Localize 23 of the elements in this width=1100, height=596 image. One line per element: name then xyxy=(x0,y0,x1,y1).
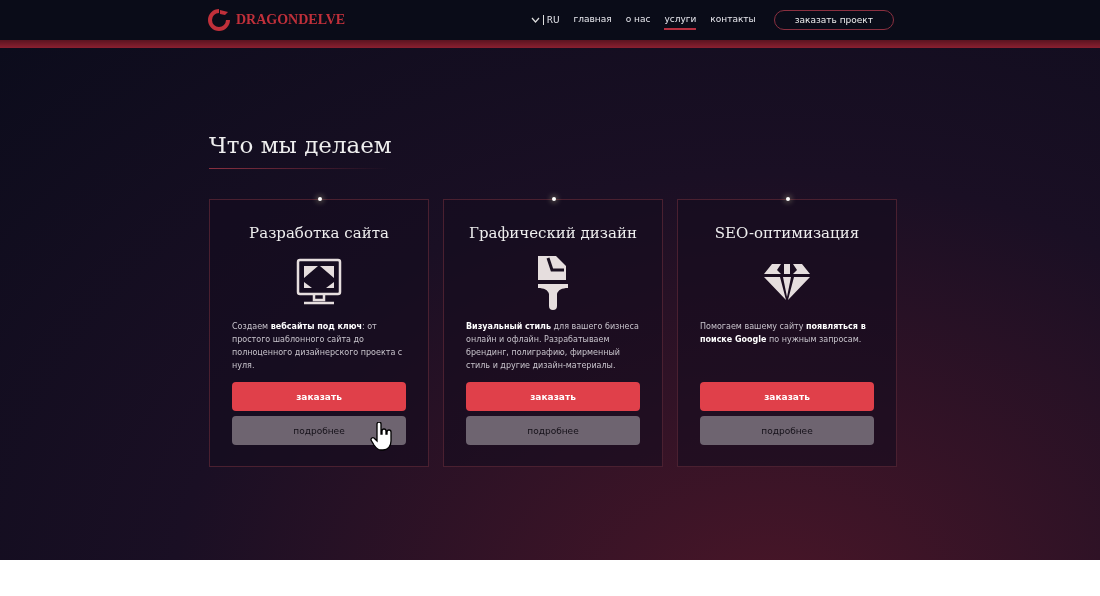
nav-link[interactable]: главная xyxy=(573,10,612,30)
details-button[interactable]: подробнее xyxy=(232,416,406,445)
nav-link[interactable]: о нас xyxy=(625,10,651,30)
monitor-icon xyxy=(296,258,342,306)
nav-link[interactable]: услуги xyxy=(664,10,697,30)
service-title: SEO-оптимизация xyxy=(714,224,860,242)
service-description: Создаем вебсайты под ключ: от простого шаблонного сайта до полноценного дизайнерского проекта с нуля. xyxy=(232,321,404,372)
chevron-down-icon xyxy=(530,17,540,23)
diamond-icon xyxy=(762,262,812,302)
order-button[interactable]: заказать xyxy=(466,382,640,411)
details-button[interactable]: подробнее xyxy=(466,416,640,445)
order-button[interactable]: заказать xyxy=(232,382,406,411)
service-description: Помогаем вашему сайту появляться в поиске Google по нужным запросам. xyxy=(700,321,867,346)
service-description: Визуальный стиль для вашего бизнеса онлайн и офлайн. Разрабатываем брендинг, полиграфию, фирменный стиль и другие дизайн-материалы. xyxy=(466,321,640,372)
details-button[interactable]: подробнее xyxy=(700,416,874,445)
paint-brush-icon xyxy=(536,254,570,310)
logo-text[interactable]: DRAGONDELVE xyxy=(236,12,346,28)
nav-link[interactable]: контакты xyxy=(710,10,756,30)
service-title: Разработка сайта xyxy=(249,224,389,242)
language-selector[interactable]: RU xyxy=(530,15,560,25)
service-title: Графический дизайн xyxy=(469,224,637,242)
order-button[interactable]: заказать xyxy=(700,382,874,411)
section-title: Что мы делаем xyxy=(209,132,393,158)
